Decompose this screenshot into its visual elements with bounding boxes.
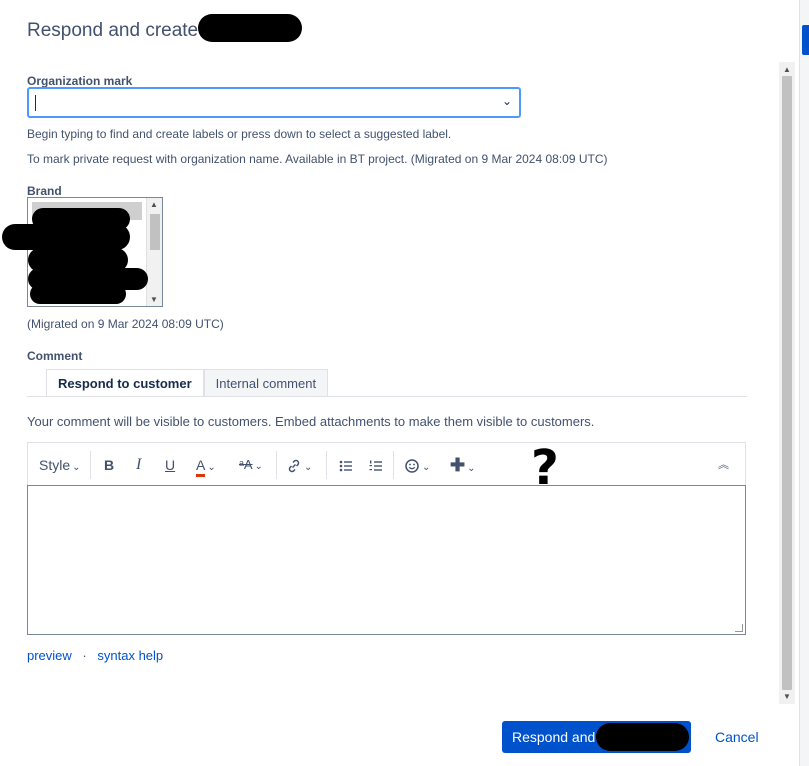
comment-tabs: Respond to customer Internal comment xyxy=(46,369,329,397)
link-icon xyxy=(288,460,300,473)
more-formatting-icon: ᵃA xyxy=(239,457,253,472)
link-separator: · xyxy=(82,648,87,663)
bullet-list-icon xyxy=(339,460,352,472)
style-dropdown-label: Style xyxy=(39,457,71,473)
background-page-strip xyxy=(799,0,809,766)
preview-link[interactable]: preview xyxy=(27,648,72,663)
emoji-icon xyxy=(405,459,419,474)
double-chevron-up-icon: ︽ xyxy=(718,459,729,471)
redaction-mark xyxy=(30,284,126,304)
organization-mark-description: To mark private request with organizatio… xyxy=(27,152,608,166)
dialog-title-text: Respond and create xyxy=(27,20,199,41)
link-button[interactable]: ⌄ xyxy=(286,443,312,487)
scroll-down-arrow-icon[interactable]: ▼ xyxy=(150,295,158,304)
bullet-list-button[interactable] xyxy=(338,443,354,487)
italic-button[interactable]: I xyxy=(136,443,141,487)
brand-label: Brand xyxy=(27,184,62,198)
scroll-up-arrow-icon[interactable]: ▲ xyxy=(783,65,791,74)
text-color-button[interactable]: A ⌄ xyxy=(196,443,216,487)
organization-mark-help: Begin typing to find and create labels o… xyxy=(27,127,452,141)
underline-button[interactable]: U xyxy=(165,443,175,487)
chevron-down-icon: ⌄ xyxy=(467,463,476,474)
more-formatting-button[interactable]: ᵃA ⌄ xyxy=(239,443,263,487)
organization-mark-label: Organization mark xyxy=(27,74,133,88)
bold-button[interactable]: B xyxy=(104,443,114,487)
scroll-down-arrow-icon[interactable]: ▼ xyxy=(783,692,791,701)
organization-mark-select[interactable]: ⌄ xyxy=(27,87,521,118)
insert-more-button[interactable]: ✚ ⌄ xyxy=(450,443,475,487)
chevron-down-icon: ⌄ xyxy=(304,462,313,473)
plus-icon: ✚ xyxy=(450,455,466,475)
chevron-down-icon: ⌄ xyxy=(422,462,431,473)
style-dropdown[interactable]: Style ⌄ xyxy=(39,443,81,487)
text-color-icon: A xyxy=(196,457,206,477)
brand-scroll-thumb[interactable] xyxy=(150,214,160,250)
resize-handle-icon[interactable] xyxy=(735,624,743,632)
toolbar-divider xyxy=(90,451,91,479)
dialog-scroll-thumb[interactable] xyxy=(782,76,792,690)
numbered-list-icon xyxy=(369,460,382,471)
chevron-down-icon: ⌄ xyxy=(207,462,216,473)
chevron-down-icon[interactable]: ⌄ xyxy=(502,94,512,108)
chevron-down-icon: ⌄ xyxy=(72,462,81,473)
numbered-list-button[interactable] xyxy=(368,443,384,487)
syntax-help-link[interactable]: syntax help xyxy=(97,648,163,663)
toolbar-divider xyxy=(276,451,277,479)
tab-internal-comment[interactable]: Internal comment xyxy=(203,369,329,397)
redaction-mark xyxy=(32,208,130,230)
editor-toolbar: Style ⌄ B I U A ⌄ ᵃA ⌄ ⌄ ⌄ ✚ ⌄ ︽ xyxy=(27,442,746,486)
editor-links: preview · syntax help xyxy=(27,648,163,663)
respond-and-create-label: Respond and c xyxy=(512,729,607,745)
question-mark-annotation: ? xyxy=(531,440,559,496)
chevron-down-icon: ⌄ xyxy=(254,461,263,472)
brand-scrollbar[interactable]: ▲ ▼ xyxy=(146,198,162,306)
background-accent xyxy=(802,25,809,55)
emoji-button[interactable]: ⌄ xyxy=(404,443,430,487)
text-caret xyxy=(35,95,36,111)
tab-divider xyxy=(27,396,747,397)
brand-migrated-note: (Migrated on 9 Mar 2024 08:09 UTC) xyxy=(27,317,224,331)
toolbar-divider xyxy=(326,451,327,479)
collapse-toolbar-button[interactable]: ︽ xyxy=(718,443,729,487)
comment-label: Comment xyxy=(27,349,83,363)
redaction-mark xyxy=(596,723,689,751)
scroll-up-arrow-icon[interactable]: ▲ xyxy=(150,200,158,209)
dialog-title: Respond and create xyxy=(27,20,198,42)
tab-respond-to-customer[interactable]: Respond to customer xyxy=(46,369,204,397)
cancel-button[interactable]: Cancel xyxy=(715,729,759,745)
redaction-mark xyxy=(198,14,302,42)
comment-editor[interactable] xyxy=(27,485,746,635)
dialog-scrollbar[interactable]: ▲ ▼ xyxy=(779,62,795,704)
customer-visibility-notice: Your comment will be visible to customer… xyxy=(27,414,595,429)
toolbar-divider xyxy=(393,451,394,479)
